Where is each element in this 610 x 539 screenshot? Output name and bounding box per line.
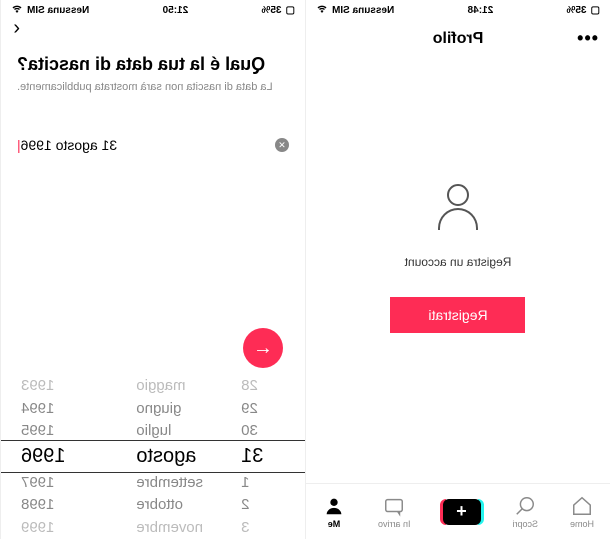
back-chevron-icon[interactable]: › [13, 17, 20, 40]
status-bar: ▢ 35% 21:50 Nessuna SIM [1, 0, 305, 20]
register-prompt: Registra un account [405, 255, 512, 269]
nav-label: Me [328, 519, 341, 529]
nav-discover[interactable]: Scopri [513, 494, 539, 529]
nav-create[interactable]: + [443, 499, 481, 525]
status-bar: ▢ 35% 21:48 Nessuna SIM [306, 0, 610, 20]
birthday-subtitle: La data di nascita non sarà mostrata pub… [17, 81, 289, 93]
wheel-item[interactable]: 1 [221, 471, 305, 494]
status-time: 21:48 [468, 5, 494, 16]
wheel-year-column[interactable]: 1993 1994 1995 1996 1997 1998 1999 [1, 374, 116, 539]
date-picker-wheel[interactable]: 28 29 30 31 1 2 3 maggio giugno luglio a… [1, 374, 305, 539]
nav-home[interactable]: Home [570, 494, 594, 529]
plus-icon: + [443, 499, 481, 525]
nav-label: Scopri [513, 519, 539, 529]
profile-screen: ▢ 35% 21:48 Nessuna SIM ••• Profilo Regi… [305, 0, 610, 539]
wheel-item[interactable]: 3 [221, 516, 305, 539]
wheel-item[interactable]: 28 [221, 374, 305, 397]
wheel-item[interactable]: 1994 [1, 397, 116, 420]
register-button[interactable]: Registrati [391, 297, 526, 333]
wheel-day-column[interactable]: 28 29 30 31 1 2 3 [221, 374, 305, 539]
nav-me[interactable]: Me [322, 494, 346, 529]
wheel-item[interactable]: maggio [116, 374, 221, 397]
wheel-item[interactable]: luglio [116, 420, 221, 443]
search-icon [513, 494, 537, 518]
wheel-item[interactable]: 1997 [1, 471, 116, 494]
wheel-item[interactable]: 31 [221, 442, 305, 470]
date-input[interactable]: ✕ 31 agosto 1996| [17, 137, 289, 157]
status-time: 21:50 [163, 5, 189, 16]
person-icon [322, 494, 346, 518]
birthday-content: Qual é la tua data di nascita? La data d… [1, 36, 305, 157]
clear-icon[interactable]: ✕ [275, 138, 289, 152]
wheel-item[interactable]: 2 [221, 494, 305, 517]
birthday-header: › [1, 20, 305, 36]
battery-text: 35% [567, 5, 587, 16]
home-icon [570, 494, 594, 518]
wifi-icon [11, 3, 23, 18]
wheel-item[interactable]: 30 [221, 420, 305, 443]
carrier-text: Nessuna SIM [27, 5, 89, 16]
date-value: 31 agosto 1996| [17, 137, 275, 153]
wheel-item[interactable]: giugno [116, 397, 221, 420]
battery-text: 35% [262, 5, 282, 16]
birthday-title: Qual é la tua data di nascita? [17, 54, 289, 75]
nav-inbox[interactable]: In arrivo [378, 494, 411, 529]
more-icon[interactable]: ••• [576, 28, 598, 49]
wheel-item[interactable]: ottobre [116, 494, 221, 517]
wheel-item[interactable]: 1995 [1, 420, 116, 443]
avatar-placeholder-icon [428, 177, 488, 237]
profile-content: Registra un account Registrati [306, 57, 610, 483]
wifi-icon [316, 3, 328, 18]
battery-icon: ▢ [591, 5, 600, 16]
battery-icon: ▢ [286, 5, 295, 16]
page-title: Profilo [433, 30, 484, 48]
wheel-item[interactable]: 1998 [1, 494, 116, 517]
inbox-icon [382, 494, 406, 518]
nav-label: In arrivo [378, 519, 411, 529]
wheel-item[interactable]: 1993 [1, 374, 116, 397]
wheel-item[interactable]: 1999 [1, 516, 116, 539]
wheel-item[interactable]: 1996 [1, 442, 116, 470]
birthday-screen: ▢ 35% 21:50 Nessuna SIM › Qual é la tua … [0, 0, 305, 539]
wheel-item[interactable]: 29 [221, 397, 305, 420]
arrow-left-icon: ← [253, 337, 273, 360]
wheel-item[interactable]: settembre [116, 471, 221, 494]
wheel-item[interactable]: agosto [116, 442, 221, 470]
carrier-text: Nessuna SIM [332, 5, 394, 16]
bottom-nav: Home Scopri + In arrivo Me [306, 483, 610, 539]
wheel-item[interactable]: novembre [116, 516, 221, 539]
next-fab-button[interactable]: ← [243, 328, 283, 368]
nav-label: Home [570, 519, 594, 529]
wheel-month-column[interactable]: maggio giugno luglio agosto settembre ot… [116, 374, 221, 539]
profile-header: ••• Profilo [306, 20, 610, 57]
